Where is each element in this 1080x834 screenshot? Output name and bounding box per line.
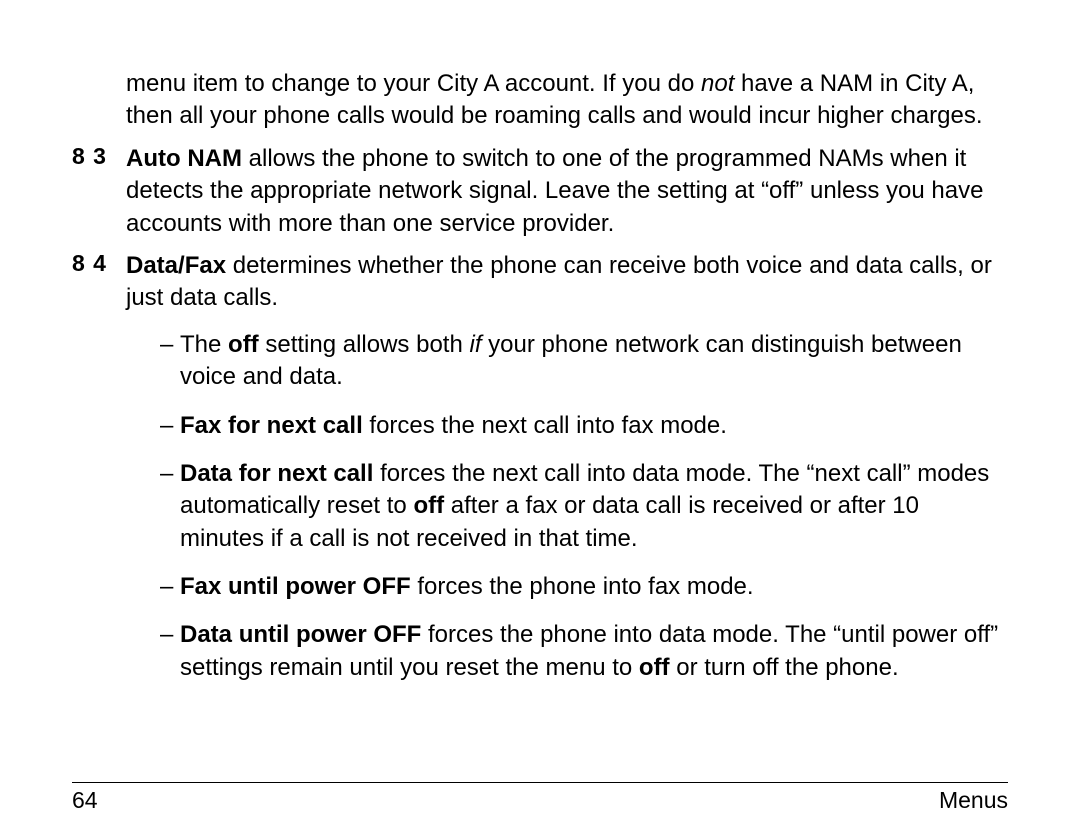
sub-item-data-next: – Data for next call forces the next cal…	[160, 458, 1008, 555]
sub-body: Fax for next call forces the next call i…	[180, 410, 727, 442]
italic-if: if	[469, 331, 481, 358]
bold-off: off	[228, 331, 259, 358]
dash: –	[160, 410, 180, 442]
bold-off: off	[639, 654, 670, 681]
sub-item-fax-until: – Fax until power OFF forces the phone i…	[160, 571, 1008, 603]
item-body: Data/Fax determines whether the phone ca…	[126, 250, 1008, 315]
sub-body: Data for next call forces the next call …	[180, 458, 1008, 555]
page: menu item to change to your City A accou…	[0, 0, 1080, 834]
dash: –	[160, 458, 180, 555]
text: forces the next call into fax mode.	[363, 412, 727, 439]
sub-body: The off setting allows both if your phon…	[180, 329, 1008, 394]
item-body: Auto NAM allows the phone to switch to o…	[126, 143, 1008, 240]
item-8-3: 8 3 Auto NAM allows the phone to switch …	[72, 143, 1008, 240]
item-number: 8 3	[72, 143, 126, 240]
label-data-fax: Data/Fax	[126, 252, 226, 279]
item-8-4: 8 4 Data/Fax determines whether the phon…	[72, 250, 1008, 315]
bold-label: Data until power OFF	[180, 621, 421, 648]
sub-list: – The off setting allows both if your ph…	[160, 329, 1008, 685]
bold-label: Fax for next call	[180, 412, 363, 439]
page-number: 64	[72, 787, 98, 814]
dash: –	[160, 571, 180, 603]
text: setting allows both	[259, 331, 470, 358]
text: determines whether the phone can receive…	[126, 252, 992, 311]
dash: –	[160, 329, 180, 394]
text: forces the phone into fax mode.	[411, 573, 754, 600]
sub-body: Fax until power OFF forces the phone int…	[180, 571, 754, 603]
label-auto-nam: Auto NAM	[126, 145, 242, 172]
bold-label: Fax until power OFF	[180, 573, 411, 600]
text: menu item to change to your City A accou…	[126, 70, 701, 97]
sub-item-off: – The off setting allows both if your ph…	[160, 329, 1008, 394]
dash: –	[160, 619, 180, 684]
text: allows the phone to switch to one of the…	[126, 145, 983, 237]
section-name: Menus	[939, 787, 1008, 814]
bold-off: off	[413, 492, 444, 519]
paragraph-continuation: menu item to change to your City A accou…	[126, 68, 1008, 133]
item-number: 8 4	[72, 250, 126, 315]
text: The	[180, 331, 228, 358]
page-footer: 64 Menus	[72, 782, 1008, 814]
sub-item-fax-next: – Fax for next call forces the next call…	[160, 410, 1008, 442]
text: or turn off the phone.	[670, 654, 899, 681]
italic-not: not	[701, 70, 734, 97]
bold-label: Data for next call	[180, 460, 373, 487]
sub-body: Data until power OFF forces the phone in…	[180, 619, 1008, 684]
sub-item-data-until: – Data until power OFF forces the phone …	[160, 619, 1008, 684]
